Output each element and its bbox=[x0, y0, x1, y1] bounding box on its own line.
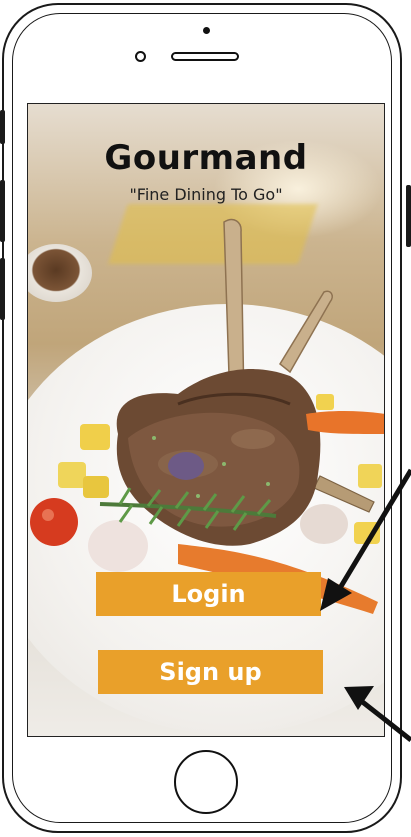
app-screen: Gourmand "Fine Dining To Go" Login Sign … bbox=[27, 103, 385, 737]
silent-switch bbox=[0, 110, 5, 144]
home-button[interactable] bbox=[174, 750, 238, 814]
proximity-sensor bbox=[203, 27, 210, 34]
earpiece-speaker bbox=[171, 52, 239, 61]
signup-button-label: Sign up bbox=[159, 658, 262, 686]
volume-up-button bbox=[0, 180, 5, 242]
app-tagline: "Fine Dining To Go" bbox=[129, 185, 283, 204]
front-camera bbox=[135, 51, 146, 62]
volume-down-button bbox=[0, 258, 5, 320]
login-button[interactable]: Login bbox=[96, 572, 321, 616]
signup-button[interactable]: Sign up bbox=[98, 650, 323, 694]
app-title: Gourmand bbox=[104, 138, 308, 178]
login-button-label: Login bbox=[171, 580, 246, 608]
power-button bbox=[406, 185, 411, 247]
